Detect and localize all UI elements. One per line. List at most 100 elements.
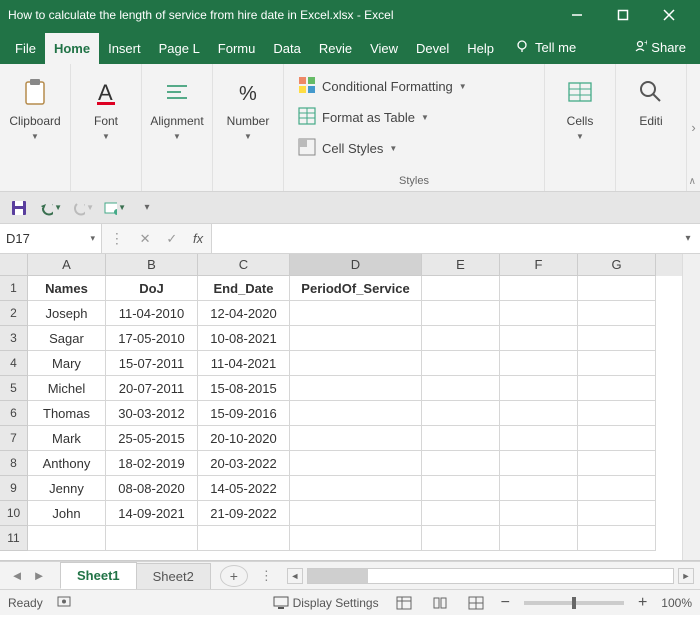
- zoom-level[interactable]: 100%: [661, 596, 692, 610]
- cell[interactable]: Thomas: [28, 401, 106, 426]
- cell[interactable]: [422, 476, 500, 501]
- add-sheet-button[interactable]: +: [220, 565, 248, 587]
- cell[interactable]: [578, 426, 656, 451]
- cell[interactable]: Jenny: [28, 476, 106, 501]
- cell[interactable]: Names: [28, 276, 106, 301]
- zoom-slider[interactable]: [524, 601, 624, 605]
- cell[interactable]: [422, 526, 500, 551]
- cell[interactable]: [500, 451, 578, 476]
- qat-extra-button[interactable]: ▼: [104, 197, 126, 219]
- col-header-E[interactable]: E: [422, 254, 500, 276]
- cell[interactable]: 14-09-2021: [106, 501, 198, 526]
- cell[interactable]: 17-05-2010: [106, 326, 198, 351]
- expand-formula-bar[interactable]: ▾: [676, 224, 700, 253]
- alignment-button[interactable]: Alignment ▼: [152, 70, 202, 150]
- tab-review[interactable]: Revie: [310, 33, 361, 64]
- tab-help[interactable]: Help: [458, 33, 503, 64]
- cell[interactable]: [422, 276, 500, 301]
- options-icon[interactable]: ⋮: [110, 230, 124, 247]
- cell[interactable]: 08-08-2020: [106, 476, 198, 501]
- minimize-button[interactable]: [554, 0, 600, 30]
- row-header[interactable]: 10: [0, 501, 28, 526]
- row-header[interactable]: 4: [0, 351, 28, 376]
- cell[interactable]: 30-03-2012: [106, 401, 198, 426]
- cell[interactable]: [500, 501, 578, 526]
- number-button[interactable]: % Number ▼: [223, 70, 273, 150]
- cell[interactable]: [578, 276, 656, 301]
- col-header-B[interactable]: B: [106, 254, 198, 276]
- cell-styles-button[interactable]: Cell Styles ▼: [294, 136, 534, 161]
- row-header[interactable]: 3: [0, 326, 28, 351]
- zoom-out-button[interactable]: −: [501, 594, 510, 612]
- cell[interactable]: Mark: [28, 426, 106, 451]
- cell[interactable]: 11-04-2010: [106, 301, 198, 326]
- cell[interactable]: [500, 301, 578, 326]
- cell[interactable]: [198, 526, 290, 551]
- close-button[interactable]: [646, 0, 692, 30]
- cell[interactable]: [422, 351, 500, 376]
- horizontal-scrollbar[interactable]: [307, 568, 674, 584]
- tab-file[interactable]: File: [6, 33, 45, 64]
- cell[interactable]: 21-09-2022: [198, 501, 290, 526]
- cell[interactable]: [290, 451, 422, 476]
- row-header[interactable]: 2: [0, 301, 28, 326]
- cell[interactable]: [28, 526, 106, 551]
- row-header[interactable]: 6: [0, 401, 28, 426]
- row-header[interactable]: 7: [0, 426, 28, 451]
- clipboard-button[interactable]: Clipboard ▼: [10, 70, 60, 150]
- cell[interactable]: [578, 526, 656, 551]
- col-header-G[interactable]: G: [578, 254, 656, 276]
- tell-me[interactable]: Tell me: [503, 39, 588, 64]
- cell[interactable]: [422, 451, 500, 476]
- tab-view[interactable]: View: [361, 33, 407, 64]
- cell[interactable]: [290, 401, 422, 426]
- cell[interactable]: 20-07-2011: [106, 376, 198, 401]
- format-as-table-button[interactable]: Format as Table ▼: [294, 105, 534, 130]
- tab-insert[interactable]: Insert: [99, 33, 150, 64]
- redo-button[interactable]: ▼: [72, 197, 94, 219]
- cell[interactable]: [578, 451, 656, 476]
- tab-formulas[interactable]: Formu: [209, 33, 265, 64]
- cells-button[interactable]: Cells ▼: [555, 70, 605, 150]
- save-button[interactable]: [8, 197, 30, 219]
- cell[interactable]: 10-08-2021: [198, 326, 290, 351]
- tab-developer[interactable]: Devel: [407, 33, 458, 64]
- cell[interactable]: 20-03-2022: [198, 451, 290, 476]
- share-button[interactable]: + Share: [619, 39, 700, 64]
- cell[interactable]: DoJ: [106, 276, 198, 301]
- cell[interactable]: [422, 326, 500, 351]
- fx-icon[interactable]: fx: [193, 231, 203, 246]
- name-box[interactable]: D17: [0, 224, 102, 253]
- col-header-C[interactable]: C: [198, 254, 290, 276]
- row-header[interactable]: 11: [0, 526, 28, 551]
- sheet-tab-1[interactable]: Sheet1: [60, 562, 137, 589]
- tab-data[interactable]: Data: [264, 33, 309, 64]
- cell[interactable]: [500, 276, 578, 301]
- cell[interactable]: [578, 376, 656, 401]
- conditional-formatting-button[interactable]: Conditional Formatting ▼: [294, 74, 534, 99]
- cell[interactable]: [578, 351, 656, 376]
- vertical-scrollbar[interactable]: [682, 254, 700, 560]
- page-break-view-button[interactable]: [465, 594, 487, 612]
- hscroll-right[interactable]: ►: [678, 568, 694, 584]
- cell[interactable]: End_Date: [198, 276, 290, 301]
- cell[interactable]: 14-05-2022: [198, 476, 290, 501]
- zoom-in-button[interactable]: +: [638, 594, 647, 612]
- cell[interactable]: [578, 501, 656, 526]
- normal-view-button[interactable]: [393, 594, 415, 612]
- cell[interactable]: [578, 301, 656, 326]
- cell[interactable]: [290, 501, 422, 526]
- cell[interactable]: [290, 526, 422, 551]
- cell[interactable]: [290, 351, 422, 376]
- cell[interactable]: 18-02-2019: [106, 451, 198, 476]
- cell[interactable]: 15-07-2011: [106, 351, 198, 376]
- cell[interactable]: Michel: [28, 376, 106, 401]
- cell[interactable]: [500, 401, 578, 426]
- cell[interactable]: [290, 426, 422, 451]
- cell[interactable]: 12-04-2020: [198, 301, 290, 326]
- select-all-corner[interactable]: [0, 254, 28, 276]
- collapse-ribbon-button[interactable]: ∧: [689, 176, 696, 187]
- grid-body[interactable]: 1NamesDoJEnd_DatePeriodOf_Service2Joseph…: [0, 276, 682, 560]
- cell[interactable]: [422, 401, 500, 426]
- col-header-F[interactable]: F: [500, 254, 578, 276]
